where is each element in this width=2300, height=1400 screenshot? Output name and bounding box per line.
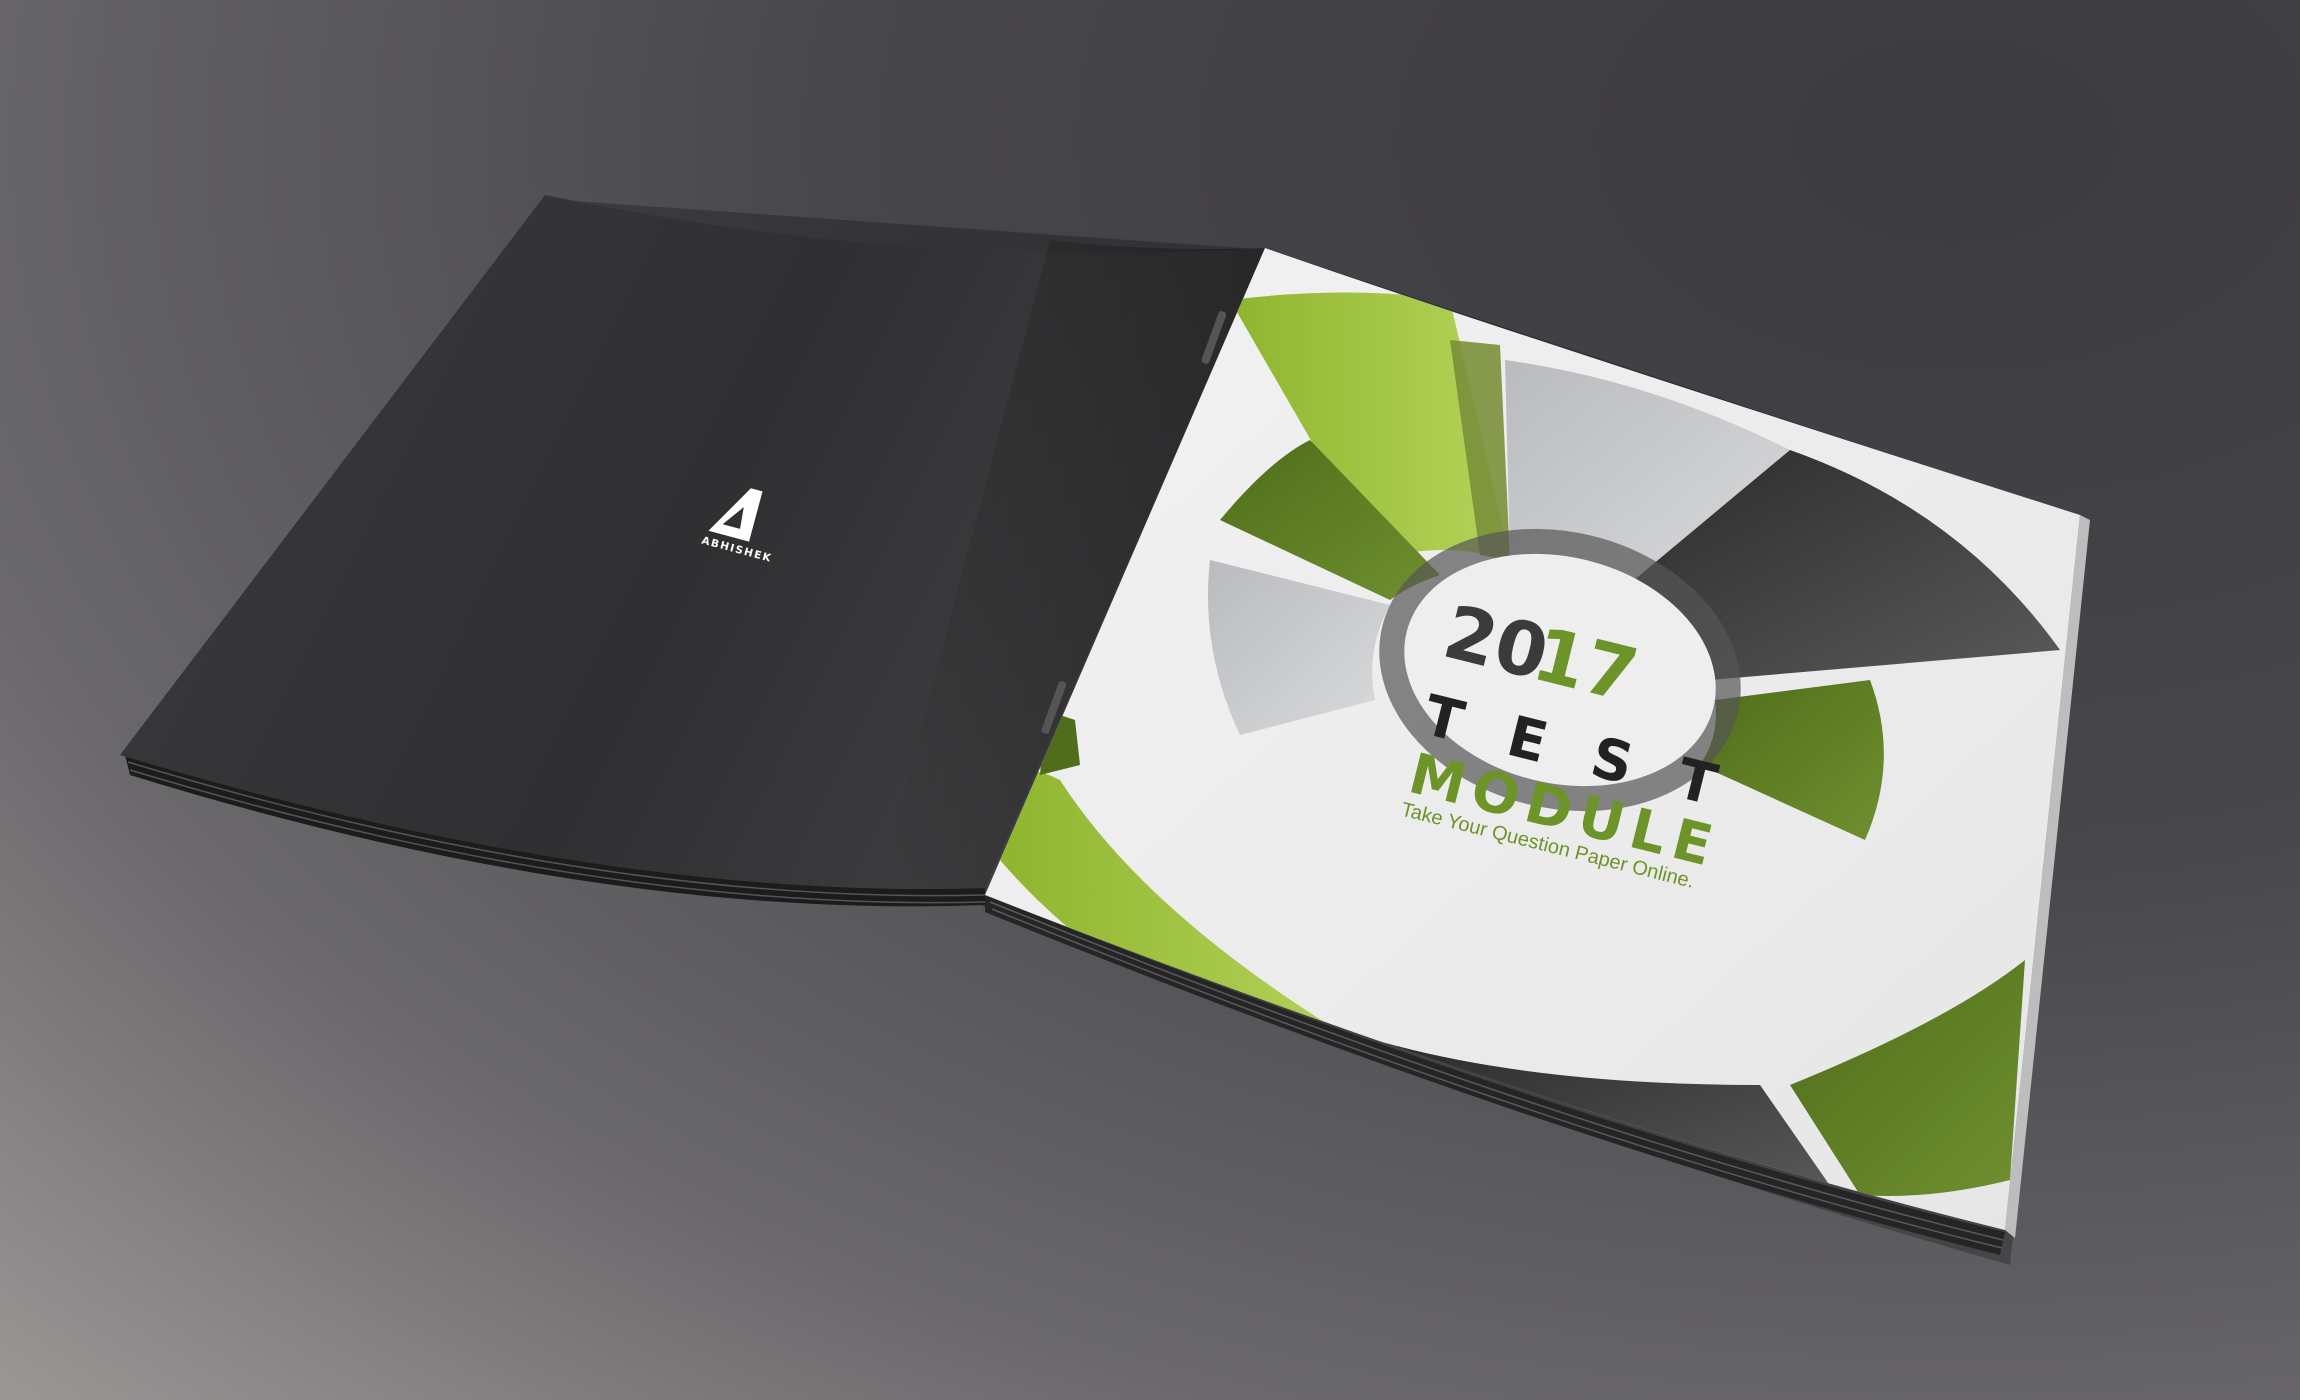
brochure-mockup-scene: ABHISHEK 20 17 TEST MODULE Take Your Que… xyxy=(120,195,2090,1265)
